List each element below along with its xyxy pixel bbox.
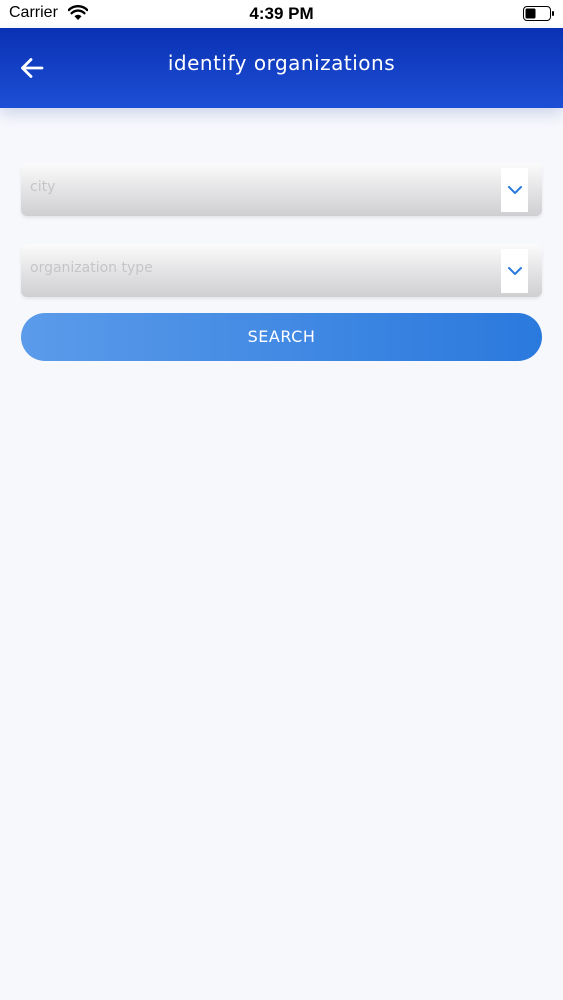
chevron-down-icon bbox=[507, 186, 522, 194]
status-bar: Carrier 4:39 PM bbox=[0, 0, 563, 28]
page-title: identify organizations bbox=[167, 51, 396, 75]
city-placeholder: city bbox=[30, 179, 56, 195]
app-header: identify organizations bbox=[0, 28, 563, 108]
chevron-down-icon bbox=[507, 267, 522, 275]
organization-type-dropdown[interactable]: organization type bbox=[21, 244, 542, 297]
battery-icon bbox=[523, 6, 554, 21]
organization-type-dropdown-toggle[interactable] bbox=[501, 249, 528, 293]
search-button[interactable]: SEARCH bbox=[21, 313, 542, 361]
status-time: 4:39 PM bbox=[249, 4, 314, 23]
city-dropdown-toggle[interactable] bbox=[501, 168, 528, 212]
organization-type-placeholder: organization type bbox=[30, 260, 153, 276]
city-dropdown[interactable]: city bbox=[21, 163, 542, 216]
